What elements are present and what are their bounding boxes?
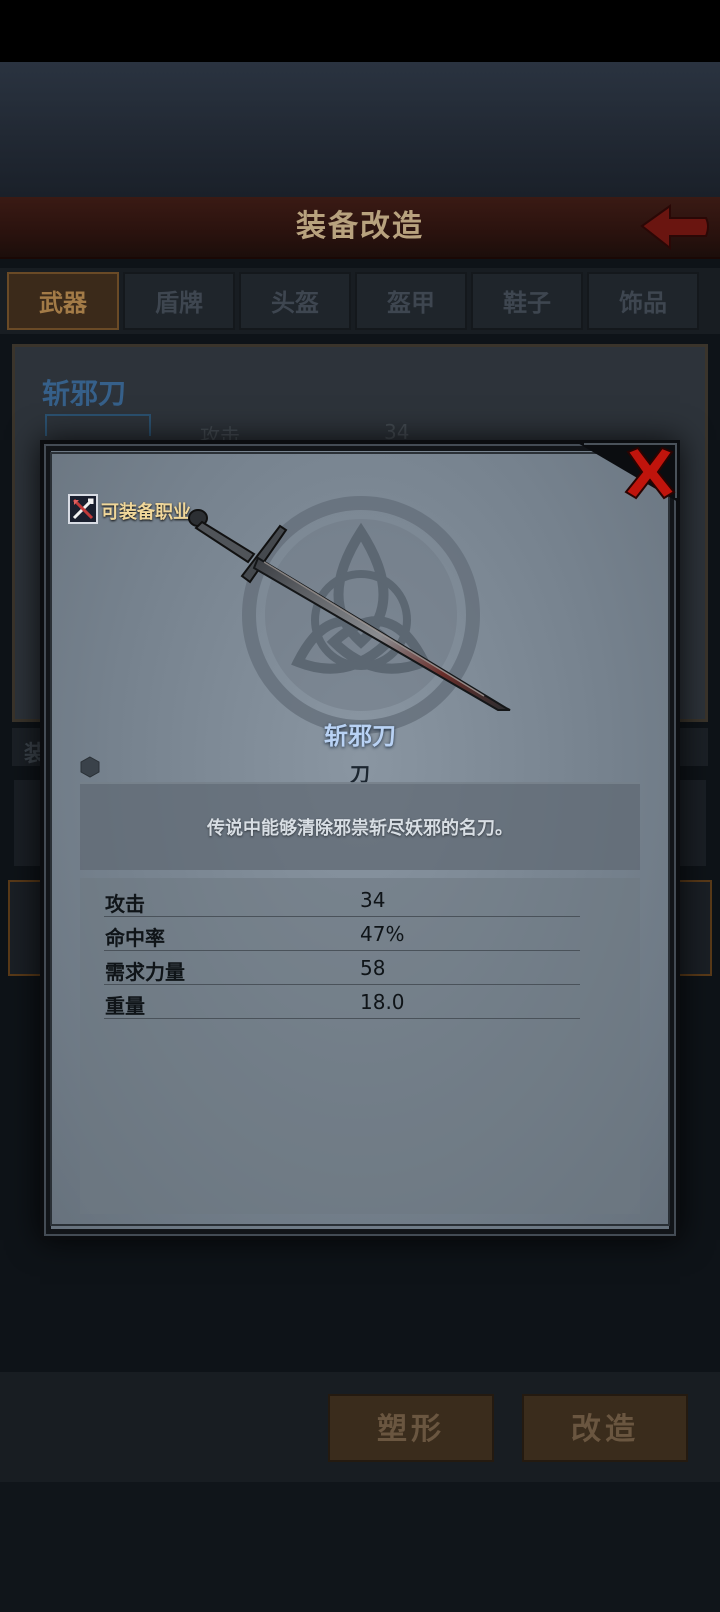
tab-armor[interactable]: 盔甲 <box>355 272 467 330</box>
background-item-name: 斩邪刀 <box>42 377 127 410</box>
modify-button[interactable]: 改造 <box>522 1394 688 1462</box>
item-description: 传说中能够清除邪祟斩尽妖邪的名刀。 <box>207 818 513 839</box>
back-button[interactable] <box>640 202 710 252</box>
stat-row <box>104 916 580 951</box>
page-title: 装备改造 <box>296 209 424 244</box>
status-bar <box>0 0 720 62</box>
stat-row <box>104 882 580 917</box>
back-arrow-icon <box>640 204 709 251</box>
item-name: 斩邪刀 <box>324 722 396 750</box>
background-top <box>0 62 720 197</box>
reshape-button[interactable]: 塑形 <box>328 1394 494 1462</box>
tab-weapon[interactable]: 武器 <box>7 272 119 330</box>
close-button[interactable] <box>622 444 678 500</box>
stat-value-required-strength: 58 <box>360 956 386 980</box>
tab-accessory[interactable]: 饰品 <box>587 272 699 330</box>
tab-shoes[interactable]: 鞋子 <box>471 272 583 330</box>
tab-helmet[interactable]: 头盔 <box>239 272 351 330</box>
tab-shield[interactable]: 盾牌 <box>123 272 235 330</box>
equippable-class-label[interactable]: 可装备职业 <box>101 498 191 524</box>
close-icon <box>624 446 676 500</box>
stat-value-weight: 18.0 <box>360 990 405 1014</box>
stat-value-attack: 34 <box>360 888 386 912</box>
sword-icon <box>188 509 511 711</box>
stat-label-required-strength: 需求力量 <box>105 960 185 984</box>
stat-label-hit-rate: 命中率 <box>105 926 165 950</box>
stat-label-weight: 重量 <box>105 994 145 1018</box>
background-footer <box>0 1482 720 1612</box>
stat-value-hit-rate: 47% <box>360 922 405 946</box>
stat-label-attack: 攻击 <box>105 892 145 916</box>
class-swords-icon[interactable] <box>68 494 98 524</box>
stat-row <box>104 984 580 1019</box>
background-item-frame <box>45 414 151 436</box>
